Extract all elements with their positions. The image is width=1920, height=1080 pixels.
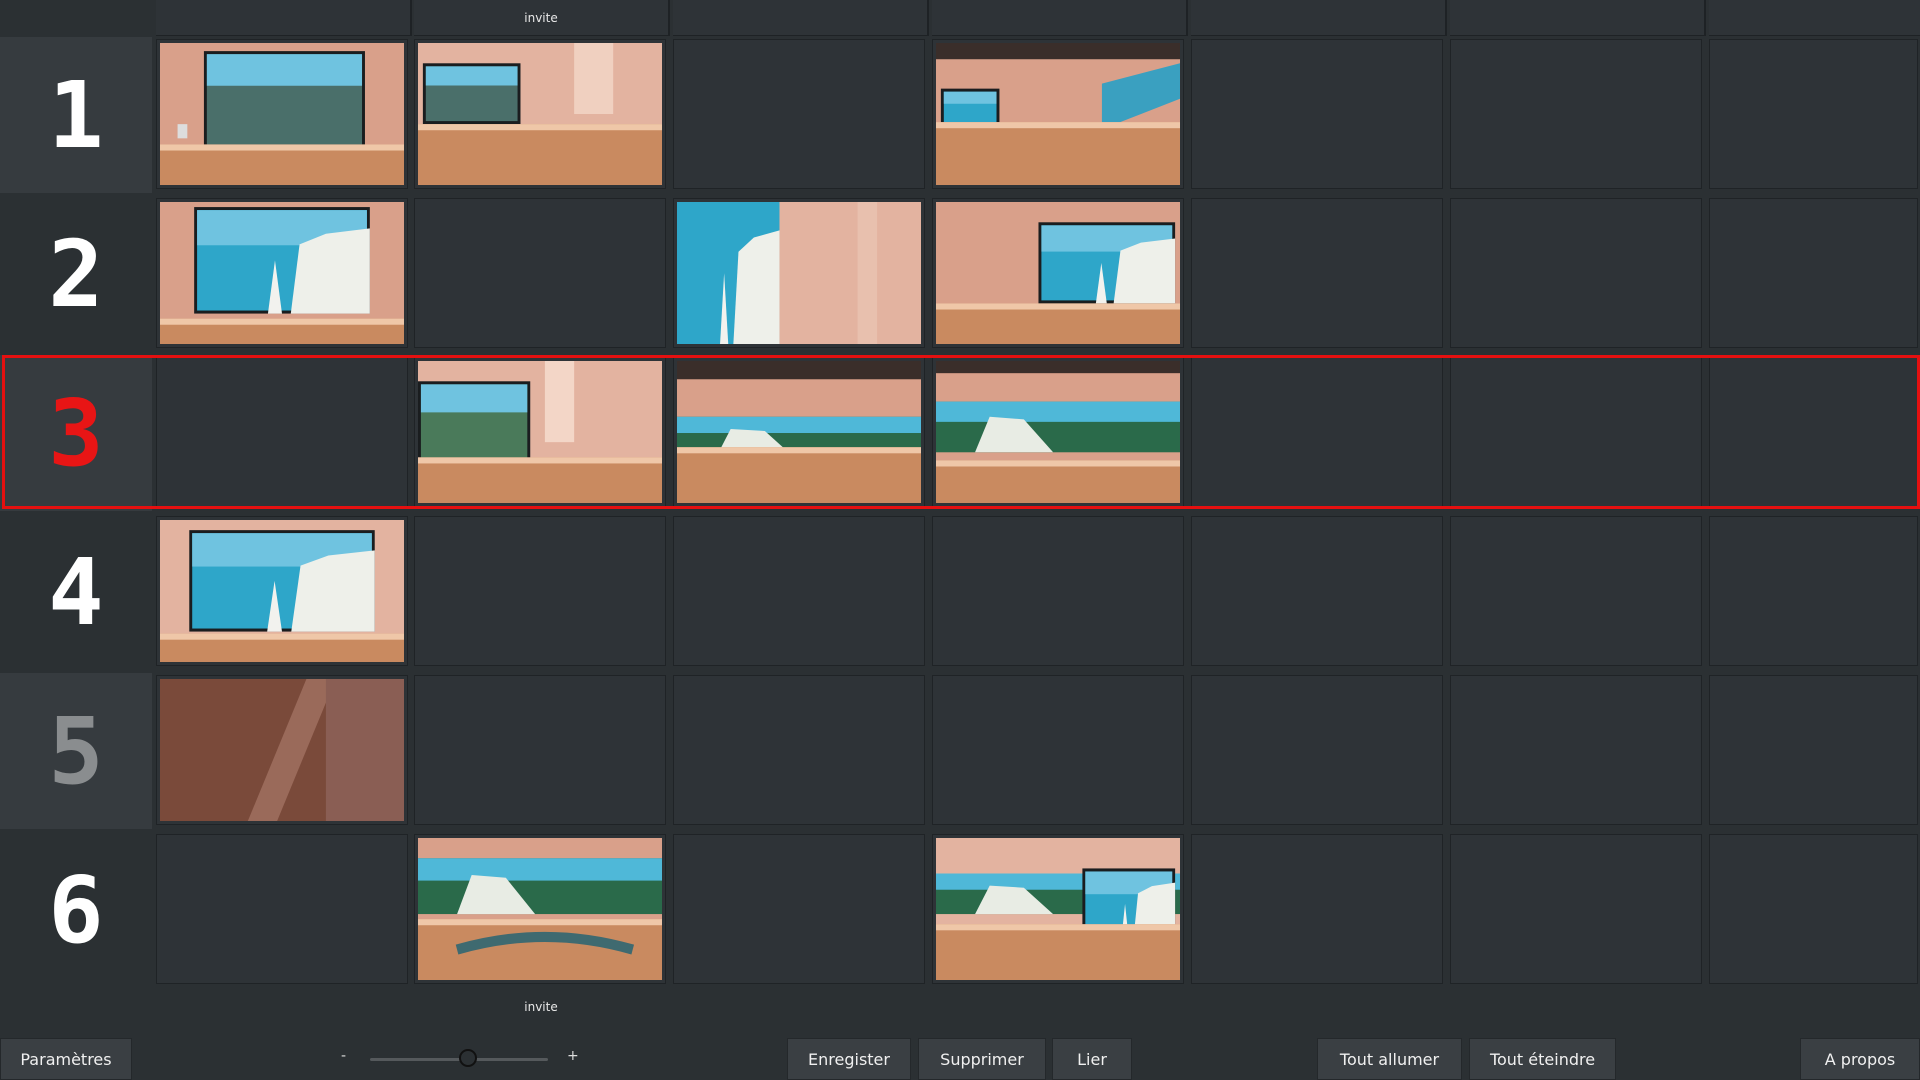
zoom-plus-label[interactable]: +	[567, 1048, 579, 1064]
preset-cell[interactable]	[1191, 39, 1443, 189]
column-header-3[interactable]	[673, 0, 929, 36]
preset-cell[interactable]	[673, 198, 925, 348]
a-propos-button[interactable]: A propos	[1800, 1038, 1920, 1080]
camera-thumbnail-screen-desk[interactable]	[936, 202, 1180, 344]
row-number[interactable]: 2	[0, 196, 152, 352]
camera-thumbnail-videowall-center[interactable]	[936, 361, 1180, 503]
supprimer-button[interactable]: Supprimer	[918, 1038, 1046, 1080]
preset-cell[interactable]	[932, 39, 1184, 189]
preset-cell[interactable]	[156, 39, 408, 189]
row-number[interactable]: 4	[0, 514, 152, 670]
tout-eteindre-button[interactable]: Tout éteindre	[1469, 1038, 1616, 1080]
camera-thumbnail-closeup-wall[interactable]	[160, 679, 404, 821]
column-header-2[interactable]: invite	[414, 0, 670, 36]
preset-cell[interactable]	[1450, 198, 1702, 348]
preset-cell[interactable]	[414, 39, 666, 189]
preset-cell[interactable]	[1709, 675, 1918, 825]
camera-thumbnail-studio-desk[interactable]	[418, 43, 662, 185]
preset-cell[interactable]	[1450, 516, 1702, 666]
column-header-7[interactable]	[1709, 0, 1920, 36]
preset-cell[interactable]	[673, 516, 925, 666]
preset-cell[interactable]	[1709, 198, 1918, 348]
preset-cell[interactable]	[1709, 357, 1918, 507]
preset-cell[interactable]	[1191, 834, 1443, 984]
column-header-1[interactable]	[156, 0, 412, 36]
preset-row-1[interactable]: 1	[0, 37, 1920, 193]
preset-cell[interactable]	[156, 198, 408, 348]
preset-cell[interactable]	[673, 39, 925, 189]
column-header-4[interactable]	[932, 0, 1188, 36]
preset-cell[interactable]	[1709, 39, 1918, 189]
camera-thumbnail-videowall-desk[interactable]	[418, 838, 662, 980]
enregister-button[interactable]: Enregister	[787, 1038, 911, 1080]
preset-row-2[interactable]: 2	[0, 196, 1920, 352]
preset-row-4[interactable]: 4	[0, 514, 1920, 670]
preset-cell[interactable]	[1191, 675, 1443, 825]
preset-row-3[interactable]: 3	[0, 355, 1920, 511]
preset-cell[interactable]	[1191, 516, 1443, 666]
camera-thumbnail-screen-arch[interactable]	[160, 202, 404, 344]
lier-button[interactable]: Lier	[1052, 1038, 1132, 1080]
preset-cell[interactable]	[414, 516, 666, 666]
header-corner	[0, 0, 154, 37]
camera-thumbnail-desk-angle[interactable]	[418, 361, 662, 503]
preset-cell[interactable]	[414, 834, 666, 984]
preset-row-6[interactable]: 6	[0, 832, 1920, 988]
camera-thumbnail-desk-screen-right[interactable]	[936, 838, 1180, 980]
preset-row-5[interactable]: 5	[0, 673, 1920, 829]
row-number[interactable]: 1	[0, 37, 152, 193]
zoom-slider-handle[interactable]	[458, 1049, 477, 1067]
preset-cell[interactable]	[414, 357, 666, 507]
zoom-minus-label[interactable]: -	[341, 1048, 346, 1064]
preset-cell[interactable]	[1191, 198, 1443, 348]
row-number[interactable]: 5	[0, 673, 152, 829]
preset-cell[interactable]	[1450, 357, 1702, 507]
preset-cell[interactable]	[1709, 516, 1918, 666]
camera-thumbnail-videowall-wide[interactable]	[677, 361, 921, 503]
column-header-6[interactable]	[1450, 0, 1706, 36]
preset-cell[interactable]	[1450, 675, 1702, 825]
preset-cell[interactable]	[414, 675, 666, 825]
preset-cell[interactable]	[673, 834, 925, 984]
camera-thumbnail-screen-arch-bright[interactable]	[160, 520, 404, 662]
column-header-bar: invite	[0, 0, 1920, 37]
preset-cell[interactable]	[156, 516, 408, 666]
preset-cell[interactable]	[156, 675, 408, 825]
preset-cell[interactable]	[156, 357, 408, 507]
preset-cell[interactable]	[1450, 834, 1702, 984]
preset-cell[interactable]	[673, 675, 925, 825]
preset-cell[interactable]	[1709, 834, 1918, 984]
preset-cell[interactable]	[1191, 357, 1443, 507]
row-number[interactable]: 3	[0, 355, 152, 511]
camera-thumbnail-studio-screen[interactable]	[160, 43, 404, 185]
preset-cell[interactable]	[1450, 39, 1702, 189]
preset-cell[interactable]	[932, 357, 1184, 507]
preset-cell[interactable]	[673, 357, 925, 507]
preset-cell[interactable]	[932, 675, 1184, 825]
parametres-button[interactable]: Paramètres	[0, 1038, 132, 1080]
column-header-5[interactable]	[1191, 0, 1447, 36]
preset-cell[interactable]	[932, 834, 1184, 984]
preset-cell[interactable]	[156, 834, 408, 984]
footer-column-label: invite	[524, 1000, 558, 1014]
bottom-toolbar: Paramètres - + Enregister Supprimer Lier…	[0, 1038, 1920, 1080]
row-number[interactable]: 6	[0, 832, 152, 988]
preset-cell[interactable]	[414, 198, 666, 348]
preset-cell[interactable]	[932, 198, 1184, 348]
preset-cell[interactable]	[932, 516, 1184, 666]
tout-allumer-button[interactable]: Tout allumer	[1317, 1038, 1462, 1080]
zoom-control: - +	[330, 1038, 590, 1080]
camera-thumbnail-studio-wide[interactable]	[936, 43, 1180, 185]
camera-thumbnail-cliff-closeup[interactable]	[677, 202, 921, 344]
